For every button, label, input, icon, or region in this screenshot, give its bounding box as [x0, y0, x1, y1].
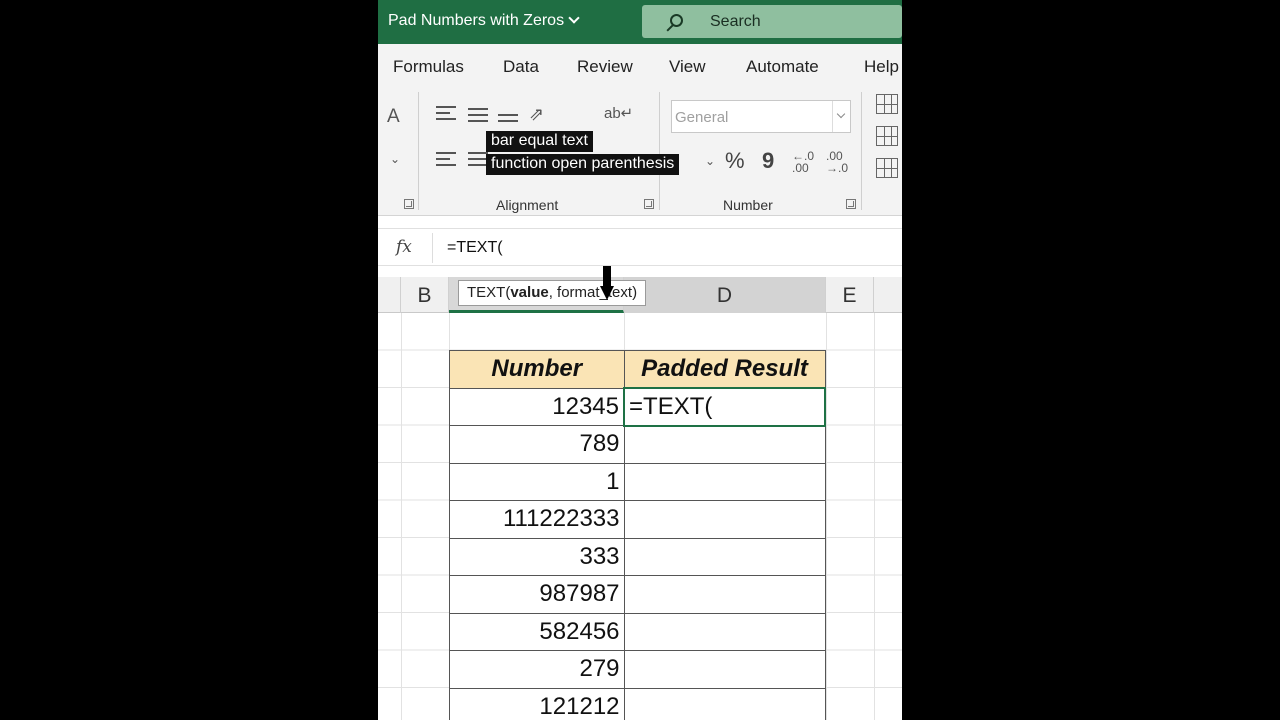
number-cell[interactable]: 121212: [449, 687, 625, 720]
chevron-down-icon: [832, 101, 850, 132]
gridline: [401, 313, 402, 720]
column-header-f[interactable]: [874, 277, 902, 313]
percent-style-button[interactable]: %: [725, 148, 745, 174]
header-number[interactable]: Number: [449, 350, 625, 389]
active-cell[interactable]: =TEXT(: [623, 387, 826, 427]
number-cell[interactable]: 582456: [449, 612, 625, 651]
table-header-row: Number Padded Result: [449, 350, 826, 389]
table-row: 333: [449, 537, 826, 576]
align-middle-icon[interactable]: [468, 108, 488, 126]
chevron-down-icon: [568, 12, 580, 24]
column-header-e[interactable]: E: [826, 277, 874, 313]
number-format-dropdown[interactable]: General: [671, 100, 851, 133]
result-cell[interactable]: [623, 650, 826, 689]
table-row: 582456: [449, 612, 826, 651]
caption-line-1: bar equal text: [486, 131, 593, 152]
caption-overlay: bar equal text function open parenthesis: [486, 131, 680, 177]
title-bar: Pad Numbers with Zeros Search: [378, 0, 902, 44]
formula-bar: fx =TEXT(: [378, 228, 902, 266]
function-icon[interactable]: fx: [396, 237, 412, 257]
search-label: Search: [710, 13, 761, 30]
increase-decimal-button[interactable]: ←.0 .00: [792, 150, 818, 174]
result-cell[interactable]: [623, 537, 826, 576]
number-cell[interactable]: 1: [449, 462, 625, 501]
result-cell[interactable]: [623, 425, 826, 464]
tooltip-function-name: TEXT(: [467, 284, 511, 301]
table-row: 279: [449, 650, 826, 689]
cell-styles-icon[interactable]: [876, 158, 898, 178]
mouse-cursor-icon: [600, 266, 614, 306]
number-cell[interactable]: 987987: [449, 575, 625, 614]
tab-review[interactable]: Review: [577, 57, 633, 77]
align-left-icon[interactable]: [436, 152, 456, 170]
group-separator: [861, 92, 862, 210]
function-tooltip[interactable]: TEXT(value, format_text): [458, 280, 647, 306]
result-cell[interactable]: [623, 612, 826, 651]
tab-view[interactable]: View: [669, 57, 706, 77]
number-cell[interactable]: 12345: [449, 387, 625, 426]
gridline: [826, 313, 827, 720]
chevron-down-icon[interactable]: ⌄: [705, 154, 715, 168]
orientation-icon[interactable]: ⇗: [529, 104, 544, 125]
number-format-value: General: [675, 109, 729, 126]
workbook-title-text: Pad Numbers with Zeros: [388, 12, 565, 29]
tab-formulas[interactable]: Formulas: [393, 57, 464, 77]
ribbon-tabs: Formulas Data Review View Automate Help: [378, 44, 902, 88]
number-cell[interactable]: 789: [449, 425, 625, 464]
column-header-a[interactable]: [378, 277, 401, 313]
result-cell[interactable]: [623, 462, 826, 501]
tab-automate[interactable]: Automate: [746, 57, 819, 77]
excel-window: Pad Numbers with Zeros Search Formulas D…: [378, 0, 902, 720]
gridline: [874, 313, 875, 720]
align-top-icon[interactable]: [436, 106, 456, 124]
tab-help[interactable]: Help: [864, 57, 899, 77]
table-row: 987987: [449, 575, 826, 614]
align-bottom-icon[interactable]: [498, 114, 518, 126]
result-cell[interactable]: [623, 500, 826, 539]
tooltip-current-arg: value: [510, 284, 549, 301]
search-icon: [670, 14, 683, 27]
number-cell[interactable]: 333: [449, 537, 625, 576]
result-cell[interactable]: [623, 687, 826, 720]
tooltip-remaining-args: , format_text): [548, 284, 638, 301]
wrap-text-icon[interactable]: ab↵: [604, 104, 633, 122]
number-cell[interactable]: 279: [449, 650, 625, 689]
tab-data[interactable]: Data: [503, 57, 539, 77]
data-table: Number Padded Result 12345 =TEXT( 789 1 …: [449, 350, 826, 720]
caption-line-2: function open parenthesis: [486, 154, 680, 175]
search-box[interactable]: Search: [642, 5, 902, 38]
group-separator: [418, 92, 419, 210]
table-row: 111222333: [449, 500, 826, 539]
header-padded-result[interactable]: Padded Result: [623, 350, 826, 389]
table-row: 121212: [449, 687, 826, 720]
align-center-icon[interactable]: [468, 152, 488, 170]
number-group-label: Number: [723, 197, 773, 213]
column-header-b[interactable]: B: [401, 277, 449, 313]
column-header-d[interactable]: D: [624, 277, 826, 313]
conditional-formatting-icon[interactable]: [876, 94, 898, 114]
font-size-icon[interactable]: A: [387, 106, 400, 128]
font-dialog-launcher-icon[interactable]: [404, 199, 414, 209]
format-as-table-icon[interactable]: [876, 126, 898, 146]
alignment-group-label: Alignment: [496, 197, 559, 213]
table-row: 1: [449, 462, 826, 501]
formula-input[interactable]: =TEXT(: [447, 239, 503, 257]
number-cell[interactable]: 111222333: [449, 500, 625, 539]
workbook-title[interactable]: Pad Numbers with Zeros: [388, 12, 580, 30]
comma-style-button[interactable]: 9: [762, 148, 774, 174]
alignment-dialog-launcher-icon[interactable]: [644, 199, 654, 209]
table-row: 12345 =TEXT(: [449, 387, 826, 427]
number-dialog-launcher-icon[interactable]: [846, 199, 856, 209]
table-row: 789: [449, 425, 826, 464]
decrease-decimal-button[interactable]: .00 →.0: [826, 150, 854, 174]
result-cell[interactable]: [623, 575, 826, 614]
formula-bar-divider: [432, 233, 433, 263]
chevron-down-icon[interactable]: ⌄: [390, 152, 400, 166]
